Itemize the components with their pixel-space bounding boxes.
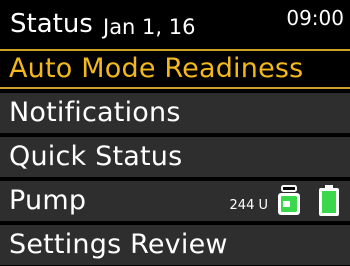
reservoir-icon	[278, 185, 300, 215]
header-date: Jan 1, 16	[103, 15, 196, 39]
insulin-units: 244 U	[229, 198, 268, 213]
menu-item-label: Quick Status	[9, 141, 183, 172]
menu-item-settings-review[interactable]: Settings Review	[0, 225, 350, 265]
pump-screen: Status Jan 1, 16 09:00 Auto Mode Readine…	[0, 0, 350, 266]
menu-item-quick-status[interactable]: Quick Status	[0, 137, 350, 177]
page-title: Status	[10, 9, 93, 39]
menu-item-pump[interactable]: Pump 244 U	[0, 181, 350, 221]
menu-item-auto-mode-readiness[interactable]: Auto Mode Readiness	[0, 49, 350, 89]
pump-status-indicators: 244 U	[220, 185, 340, 217]
menu-item-label: Pump	[9, 185, 87, 216]
header-time: 09:00	[286, 6, 344, 30]
battery-icon	[319, 185, 339, 216]
menu-item-label: Settings Review	[9, 229, 228, 260]
menu-item-notifications[interactable]: Notifications	[0, 93, 350, 133]
menu-item-label: Notifications	[9, 97, 181, 128]
menu-item-label: Auto Mode Readiness	[9, 53, 304, 84]
status-header: Status Jan 1, 16 09:00	[0, 0, 350, 44]
